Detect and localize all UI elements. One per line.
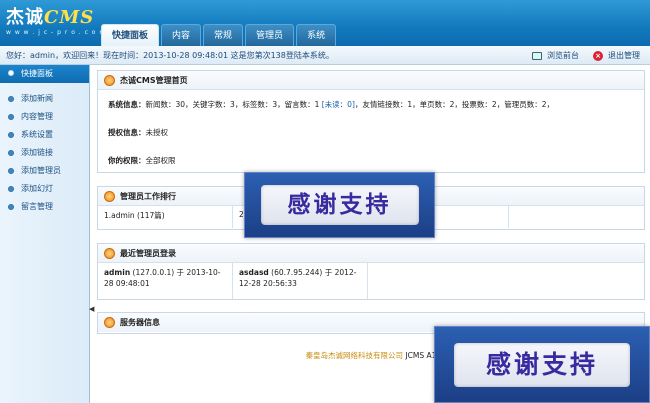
permission-value: 全部权限 — [145, 156, 176, 165]
status-bar: 您好：admin，欢迎回来！现在时间：2013-10-28 09:48:01 这… — [0, 46, 650, 65]
sidebar-item-add-slide[interactable]: 添加幻灯 — [0, 180, 89, 198]
close-icon: × — [593, 50, 603, 61]
monitor-icon — [532, 51, 542, 60]
logo-title: 杰诚CMS — [6, 8, 106, 28]
footer-product: JCMS A1 — [403, 351, 437, 360]
bullet-icon — [8, 70, 14, 76]
home-panel: 杰诚CMS管理首页 系统信息：新闻数：30，关键字数：3，标签数：3，留言数：1… — [97, 70, 645, 173]
sidebar-item-messages[interactable]: 留言管理 — [0, 198, 89, 216]
logout-link[interactable]: × 退出管理 — [593, 46, 640, 65]
top-header: 杰诚CMS w w w . j c - p r o . c o m 快捷面板 内… — [0, 0, 650, 46]
sidebar-item-label: 内容管理 — [21, 112, 53, 121]
browse-frontend-label: 浏览前台 — [547, 51, 579, 60]
bullet-icon — [8, 132, 14, 138]
ranking-cell: 1.admin (117篇) — [98, 206, 233, 228]
ranking-cell — [509, 206, 644, 228]
login-entry-empty — [368, 263, 644, 299]
thanks-banner-corner: 感谢支持 — [434, 326, 650, 403]
tab-admins[interactable]: 管理员 — [245, 24, 295, 46]
footer-company: 秦皇岛杰诚网络科技有限公司 — [305, 351, 404, 360]
bullet-icon — [8, 204, 14, 210]
tab-quick-panel[interactable]: 快捷面板 — [101, 24, 160, 46]
system-info-stats-more: ，友情链接数：1，单页数：2，投票数：2，管理员数：2， — [354, 100, 554, 109]
sidebar-item-add-news[interactable]: 添加新闻 — [0, 90, 89, 108]
login-user: admin — [104, 268, 131, 277]
recent-logins-panel: 最近管理员登录 admin (127.0.0.1) 于 2013-10-28 0… — [97, 243, 645, 300]
thanks-banner-corner-text: 感谢支持 — [454, 342, 630, 387]
server-info-title: 服务器信息 — [120, 318, 160, 327]
sidebar: 快捷面板 添加新闻 内容管理 系统设置 添加链接 添加管理员 添加幻灯 留言管理… — [0, 65, 94, 403]
logo-cms-text: CMS — [44, 7, 95, 28]
login-user: asdasd — [239, 268, 269, 277]
recent-logins-header: 最近管理员登录 — [98, 244, 644, 263]
sidebar-item-content-manage[interactable]: 内容管理 — [0, 108, 89, 126]
bullet-icon — [8, 96, 14, 102]
home-panel-body: 系统信息：新闻数：30，关键字数：3，标签数：3，留言数：1 [未读：0]，友情… — [98, 90, 644, 174]
logo: 杰诚CMS w w w . j c - p r o . c o m — [6, 8, 107, 37]
permission-label: 你的权限： — [108, 156, 146, 165]
bullet-icon — [8, 168, 14, 174]
sidebar-item-label: 添加管理员 — [21, 166, 61, 175]
auth-info-row: 授权信息：未授权 — [108, 127, 634, 139]
logo-text: 杰诚 — [6, 7, 44, 28]
sidebar-item-label: 添加链接 — [21, 148, 53, 157]
sidebar-item-add-admin[interactable]: 添加管理员 — [0, 162, 89, 180]
sidebar-header-label: 快捷面板 — [21, 69, 53, 78]
info-icon — [104, 75, 115, 86]
sidebar-item-label: 系统设置 — [21, 130, 53, 139]
info-icon — [104, 248, 115, 259]
sidebar-item-label: 留言管理 — [21, 202, 53, 211]
system-info-label: 系统信息： — [108, 100, 146, 109]
recent-logins-title: 最近管理员登录 — [120, 249, 176, 258]
sidebar-item-add-link[interactable]: 添加链接 — [0, 144, 89, 162]
admin-ranking-title: 管理员工作排行 — [120, 192, 176, 201]
bullet-icon — [8, 150, 14, 156]
sidebar-item-label: 添加新闻 — [21, 94, 53, 103]
sidebar-list: 添加新闻 内容管理 系统设置 添加链接 添加管理员 添加幻灯 留言管理 — [0, 90, 89, 216]
main-nav-tabs: 快捷面板 内容 常规 管理员 系统 — [101, 24, 338, 46]
home-panel-header: 杰诚CMS管理首页 — [98, 71, 644, 90]
table-row: admin (127.0.0.1) 于 2013-10-28 09:48:01 … — [98, 263, 644, 299]
sidebar-header[interactable]: 快捷面板 — [0, 65, 89, 83]
login-entry: admin (127.0.0.1) 于 2013-10-28 09:48:01 — [98, 263, 233, 299]
login-entry: asdasd (60.7.95.244) 于 2012-12-28 20:56:… — [233, 263, 368, 299]
system-info-row: 系统信息：新闻数：30，关键字数：3，标签数：3，留言数：1 [未读：0]，友情… — [108, 99, 634, 111]
tab-content[interactable]: 内容 — [161, 24, 202, 46]
bullet-icon — [8, 114, 14, 120]
logo-url: w w w . j c - p r o . c o m — [6, 29, 107, 36]
tab-general[interactable]: 常规 — [203, 24, 244, 46]
sidebar-collapse-icon[interactable]: ◀ — [89, 303, 94, 315]
status-actions: 浏览前台 × 退出管理 — [518, 46, 640, 65]
sidebar-item-label: 添加幻灯 — [21, 184, 53, 193]
tab-system[interactable]: 系统 — [296, 24, 337, 46]
bullet-icon — [8, 186, 14, 192]
permission-row: 你的权限：全部权限 — [108, 155, 634, 167]
auth-info-label: 授权信息： — [108, 128, 146, 137]
home-panel-title: 杰诚CMS管理首页 — [120, 76, 188, 85]
logout-label: 退出管理 — [608, 51, 640, 60]
auth-info-value: 未授权 — [145, 128, 169, 137]
system-info-stats: 新闻数：30，关键字数：3，标签数：3，留言数：1 — [145, 100, 322, 109]
thanks-banner-text: 感谢支持 — [260, 185, 419, 225]
info-icon — [104, 317, 115, 328]
browse-frontend-link[interactable]: 浏览前台 — [532, 46, 579, 65]
sidebar-item-system-settings[interactable]: 系统设置 — [0, 126, 89, 144]
unread-messages-link[interactable]: [未读：0] — [322, 100, 355, 109]
welcome-text: 您好：admin，欢迎回来！现在时间：2013-10-28 09:48:01 这… — [6, 51, 334, 60]
info-icon — [104, 191, 115, 202]
thanks-banner: 感谢支持 — [244, 172, 435, 238]
